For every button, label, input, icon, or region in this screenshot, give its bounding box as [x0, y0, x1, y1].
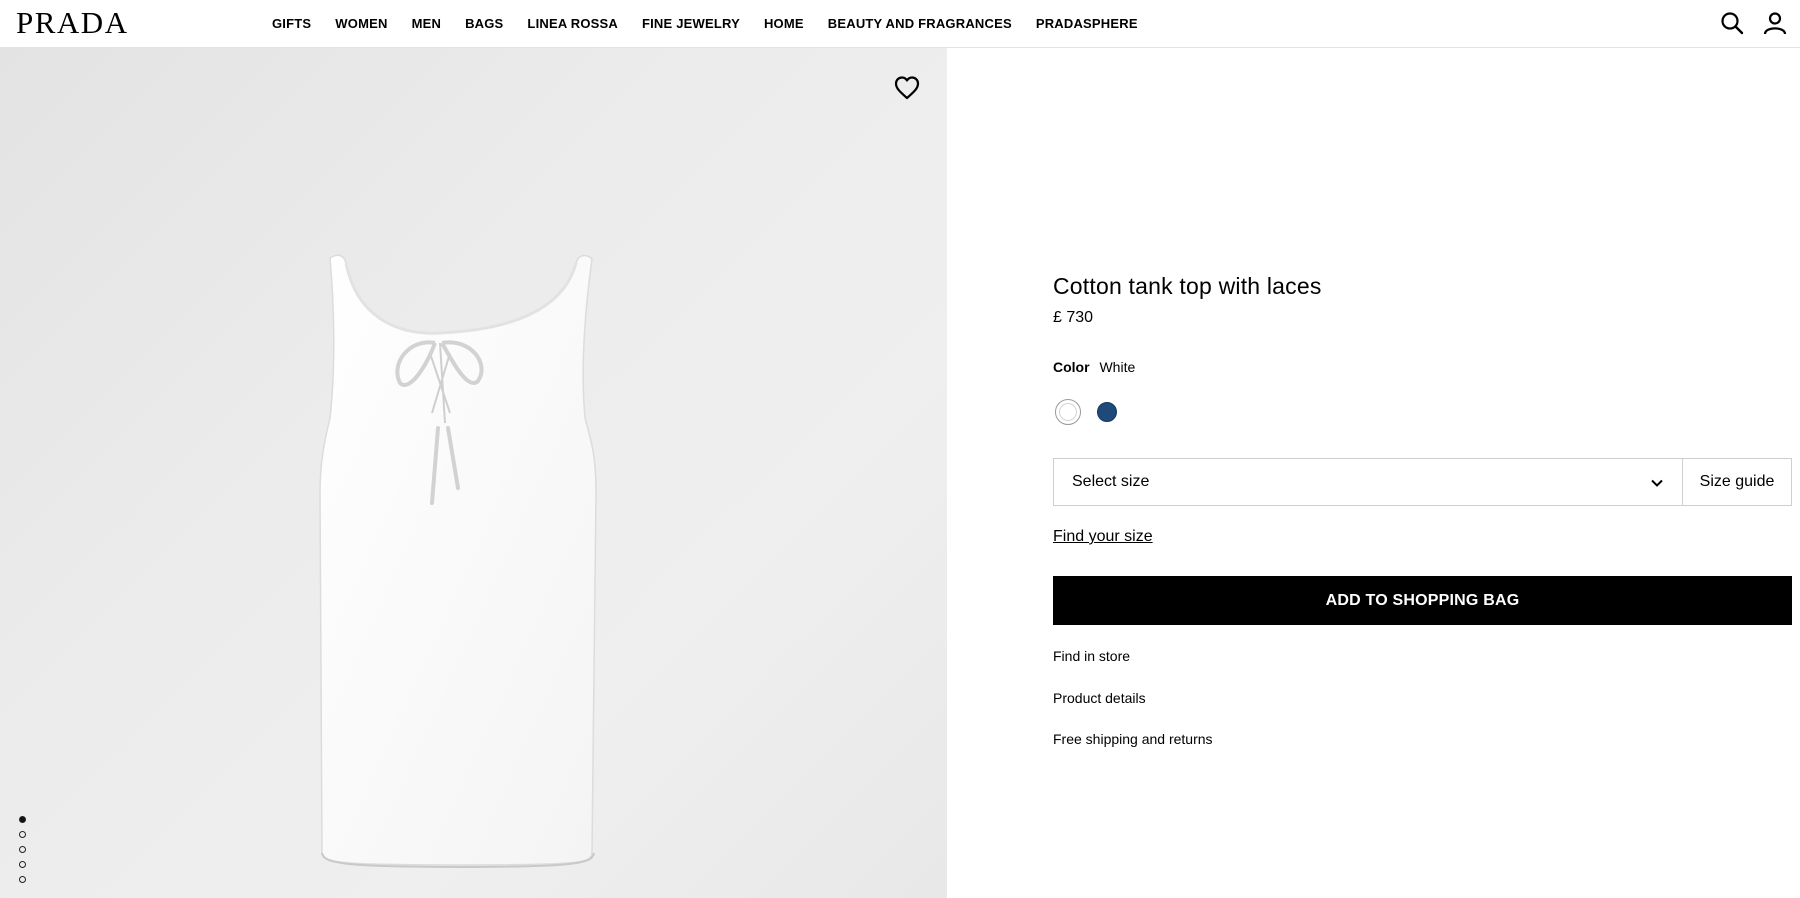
- product-price: £ 730: [1053, 309, 1094, 326]
- size-placeholder: Select size: [1072, 473, 1150, 490]
- nav-item-gifts[interactable]: GIFTS: [272, 16, 311, 31]
- nav-item-bags[interactable]: BAGS: [465, 16, 503, 31]
- size-dropdown[interactable]: Select size: [1054, 459, 1683, 505]
- product-title: Cotton tank top with laces: [1053, 273, 1322, 299]
- prada-logo[interactable]: PRADA: [16, 7, 129, 39]
- color-row: Color White: [1053, 359, 1135, 375]
- chevron-down-icon: [1651, 479, 1663, 487]
- account-icon[interactable]: [1763, 11, 1787, 35]
- nav-item-beauty[interactable]: BEAUTY AND FRAGRANCES: [828, 16, 1012, 31]
- gallery-dot-1[interactable]: [19, 816, 26, 823]
- nav-item-women[interactable]: WOMEN: [335, 16, 387, 31]
- size-guide-button[interactable]: Size guide: [1683, 459, 1791, 505]
- swatch-blue[interactable]: [1097, 402, 1117, 422]
- size-selector: Select size Size guide: [1053, 458, 1792, 506]
- add-to-bag-button[interactable]: ADD TO SHOPPING BAG: [1053, 576, 1792, 625]
- product-details-link[interactable]: Product details: [1053, 690, 1146, 706]
- color-label: Color: [1053, 359, 1090, 375]
- product-image: [319, 254, 597, 869]
- gallery-dot-3[interactable]: [19, 846, 26, 853]
- shipping-returns-link[interactable]: Free shipping and returns: [1053, 731, 1213, 747]
- product-gallery[interactable]: [0, 48, 947, 898]
- site-header: PRADA GIFTS WOMEN MEN BAGS LINEA ROSSA F…: [0, 0, 1800, 48]
- nav-item-home[interactable]: HOME: [764, 16, 804, 31]
- main-nav: GIFTS WOMEN MEN BAGS LINEA ROSSA FINE JE…: [272, 0, 1162, 47]
- nav-item-linea-rossa[interactable]: LINEA ROSSA: [527, 16, 618, 31]
- gallery-dots: [19, 816, 26, 883]
- gallery-dot-2[interactable]: [19, 831, 26, 838]
- gallery-dot-5[interactable]: [19, 876, 26, 883]
- heart-icon[interactable]: [893, 74, 921, 102]
- gallery-dot-4[interactable]: [19, 861, 26, 868]
- search-icon[interactable]: [1720, 11, 1744, 35]
- find-in-store-link[interactable]: Find in store: [1053, 648, 1130, 664]
- find-your-size-link[interactable]: Find your size: [1053, 528, 1153, 546]
- swatch-white[interactable]: [1055, 399, 1081, 425]
- color-value: White: [1099, 359, 1136, 375]
- nav-item-fine-jewelry[interactable]: FINE JEWELRY: [642, 16, 740, 31]
- nav-item-pradasphere[interactable]: PRADASPHERE: [1036, 16, 1138, 31]
- nav-item-men[interactable]: MEN: [412, 16, 442, 31]
